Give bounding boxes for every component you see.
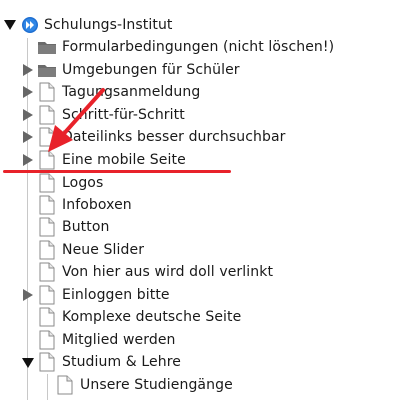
page-tree: Schulungs-Institut Formularbedingungen (… xyxy=(0,0,400,400)
annotation-arrow-icon xyxy=(48,88,105,152)
